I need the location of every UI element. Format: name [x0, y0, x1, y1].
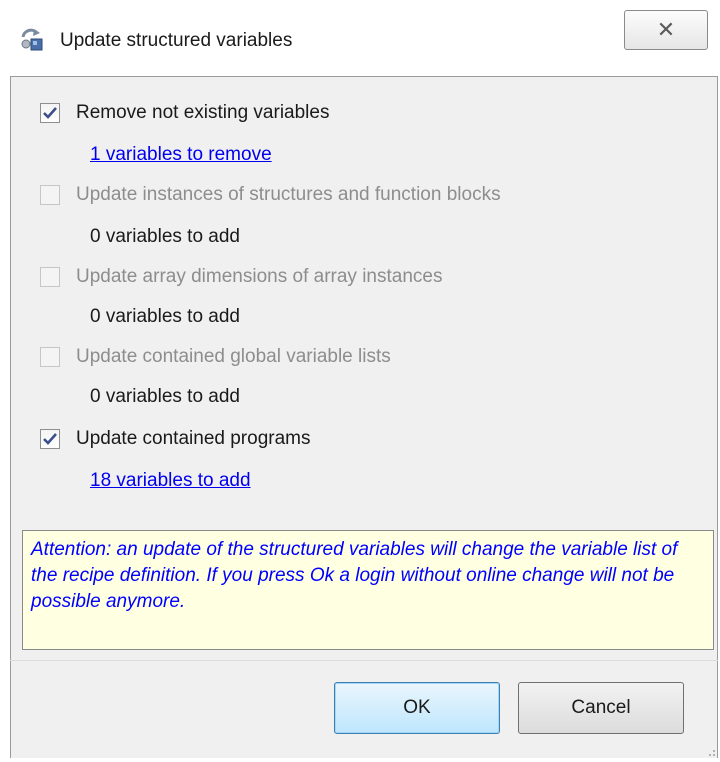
checkbox-update-instances — [40, 185, 60, 205]
option-label: Update contained global variable lists — [76, 346, 391, 367]
resize-grip[interactable] — [706, 744, 716, 756]
window-title: Update structured variables — [60, 30, 293, 51]
count-text-array: 0 variables to add — [90, 306, 240, 327]
option-label: Update contained programs — [76, 428, 311, 449]
checkbox-remove-not-existing[interactable] — [40, 103, 60, 123]
cancel-button[interactable]: Cancel — [518, 682, 684, 734]
check-icon — [43, 433, 57, 445]
count-text-global: 0 variables to add — [90, 386, 240, 407]
count-link-remove[interactable]: 1 variables to remove — [90, 144, 272, 166]
checkbox-update-programs[interactable] — [40, 429, 60, 449]
close-button[interactable]: ✕ — [624, 10, 708, 50]
option-label: Update instances of structures and funct… — [76, 184, 501, 205]
check-icon — [43, 107, 57, 119]
option-update-programs[interactable]: Update contained programs — [40, 422, 310, 456]
attention-note: Attention: an update of the structured v… — [22, 530, 714, 650]
checkbox-update-global-lists — [40, 347, 60, 367]
gear-refresh-icon — [20, 28, 46, 52]
option-update-instances: Update instances of structures and funct… — [40, 178, 501, 212]
title-bar: Update structured variables ✕ — [0, 0, 720, 76]
option-remove-not-existing[interactable]: Remove not existing variables — [40, 96, 329, 130]
option-update-array-dimensions: Update array dimensions of array instanc… — [40, 260, 442, 294]
option-update-global-lists: Update contained global variable lists — [40, 340, 391, 374]
footer-divider — [10, 660, 718, 661]
option-label: Remove not existing variables — [76, 102, 330, 123]
count-link-programs[interactable]: 18 variables to add — [90, 470, 251, 492]
option-label: Update array dimensions of array instanc… — [76, 266, 443, 287]
checkbox-update-array-dimensions — [40, 267, 60, 287]
ok-button[interactable]: OK — [334, 682, 500, 734]
count-text-instances: 0 variables to add — [90, 226, 240, 247]
close-icon: ✕ — [656, 17, 676, 43]
